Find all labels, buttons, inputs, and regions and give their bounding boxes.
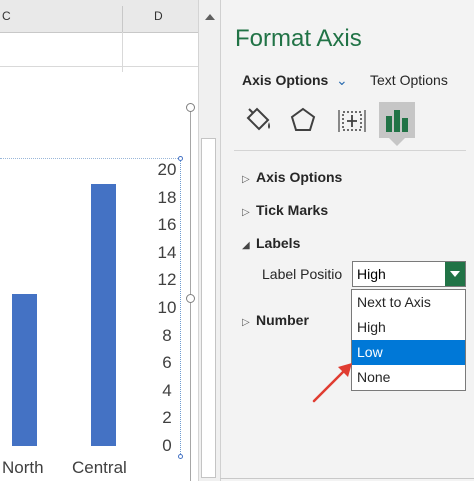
section-tick-marks-label: Tick Marks <box>256 202 329 218</box>
y-tick-label: 4 <box>162 380 172 400</box>
option-next-to-axis[interactable]: Next to Axis <box>352 290 465 315</box>
column-header-c[interactable]: C <box>2 0 11 32</box>
tab-text-options[interactable]: Text Options <box>370 70 448 90</box>
y-tick-label: 12 <box>157 270 177 290</box>
selected-tab-pointer <box>389 138 405 146</box>
pane-bottom-border <box>220 478 474 479</box>
section-tick-marks[interactable]: ▷ Tick Marks <box>242 200 328 220</box>
triangle-right-icon: ▷ <box>242 174 250 185</box>
y-tick-label: 18 <box>157 187 177 207</box>
section-axis-options[interactable]: ▷ Axis Options <box>242 167 342 187</box>
axis-options-tab-selected[interactable] <box>379 102 415 138</box>
option-none[interactable]: None <box>352 365 465 390</box>
size-properties-icon[interactable] <box>334 102 370 138</box>
option-high[interactable]: High <box>352 315 465 340</box>
label-position-label: Label Positio <box>262 266 343 282</box>
fill-line-icon[interactable] <box>240 102 276 138</box>
category-label-central: Central <box>72 458 127 477</box>
column-separator <box>122 6 123 32</box>
scrollbar-thumb[interactable] <box>201 138 216 478</box>
effects-pentagon-icon[interactable] <box>285 102 321 138</box>
y-tick-label: 10 <box>157 298 177 317</box>
triangle-expanded-icon: ◢ <box>242 240 250 251</box>
chart-resize-handle-top[interactable] <box>186 103 195 112</box>
bar-central[interactable] <box>91 183 116 446</box>
pane-title: Format Axis <box>235 25 362 52</box>
y-tick-label: 0 <box>162 436 172 455</box>
label-position-value[interactable]: High <box>357 264 386 284</box>
axis-options-bars-icon <box>386 110 408 132</box>
column-header-d[interactable]: D <box>154 0 163 32</box>
section-number-label: Number <box>256 312 309 328</box>
triangle-right-icon: ▷ <box>242 317 250 328</box>
section-labels[interactable]: ◢ Labels <box>242 233 300 253</box>
triangle-right-icon: ▷ <box>242 207 250 218</box>
y-tick-label: 6 <box>162 353 172 373</box>
y-tick-label: 2 <box>162 408 172 428</box>
bar-north[interactable] <box>12 294 37 446</box>
dropdown-arrow-icon[interactable] <box>450 271 460 277</box>
section-axis-options-label: Axis Options <box>256 169 343 185</box>
plot-area-border <box>0 158 180 160</box>
category-label-north: North <box>2 458 44 477</box>
chevron-down-icon[interactable]: ⌄ <box>336 70 348 90</box>
chart-resize-handle-right[interactable] <box>186 294 195 303</box>
tab-axis-options[interactable]: Axis Options <box>242 70 328 90</box>
annotation-arrow-icon <box>312 363 352 403</box>
option-low[interactable]: Low <box>352 340 465 365</box>
scroll-up-arrow-icon[interactable] <box>205 14 215 20</box>
y-tick-label: 8 <box>162 325 172 345</box>
y-tick-label: 14 <box>157 242 177 262</box>
y-tick-label: 16 <box>157 215 177 235</box>
y-tick-label: 20 <box>157 160 177 179</box>
pane-divider <box>234 150 466 151</box>
column-gridline <box>122 32 123 72</box>
section-labels-label: Labels <box>256 235 301 251</box>
section-number[interactable]: ▷ Number <box>242 310 309 330</box>
row-gridline <box>0 66 198 67</box>
column-header-bar <box>0 0 198 33</box>
